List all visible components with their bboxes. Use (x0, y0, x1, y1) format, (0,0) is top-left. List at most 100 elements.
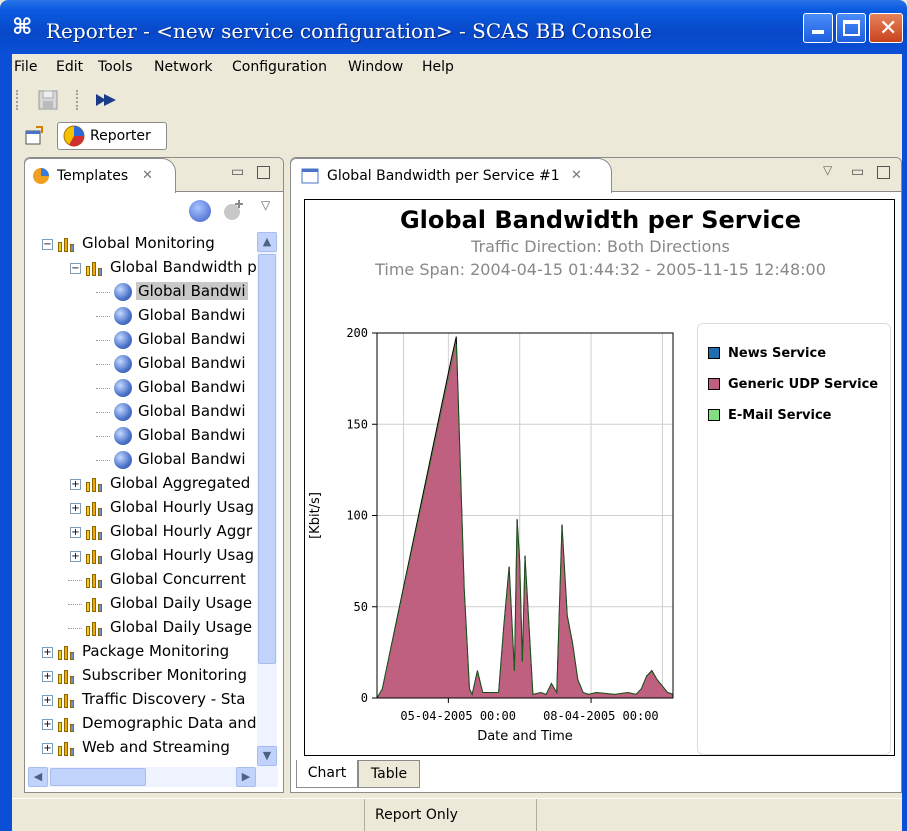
close-icon: ✕ (879, 16, 898, 41)
scroll-left-button[interactable]: ◀ (28, 767, 48, 787)
tree-node[interactable]: Global Bandwi (28, 376, 260, 400)
tree-node[interactable]: − Global Bandwidth p (28, 256, 260, 280)
maximize-view-icon[interactable] (257, 166, 270, 179)
tree-horizontal-scrollbar[interactable]: ◀ ▶ (28, 767, 278, 787)
tree-connector (96, 412, 110, 413)
menu-tools[interactable]: Tools (98, 59, 133, 75)
tree-node-label: Global Hourly Aggr (110, 522, 253, 540)
open-perspective-button[interactable] (24, 126, 44, 146)
report-maximize-icon[interactable] (877, 166, 890, 179)
tree-node-label: Package Monitoring (82, 642, 230, 660)
tree-node[interactable]: Global Daily Usage (28, 592, 260, 616)
folder-icon (86, 548, 104, 564)
report-minimize-icon[interactable]: ▭ (851, 164, 864, 180)
tree-node[interactable]: Global Bandwi (28, 352, 260, 376)
tree-connector (96, 292, 110, 293)
hscroll-thumb[interactable] (50, 768, 146, 786)
tree-node[interactable]: + Global Aggregated (28, 472, 260, 496)
menu-network[interactable]: Network (154, 59, 212, 75)
expand-icon[interactable]: + (42, 695, 53, 706)
expand-icon[interactable]: + (42, 743, 53, 754)
app-icon: ⌘ (12, 15, 33, 40)
tree-node[interactable]: + Web and Streaming (28, 736, 260, 760)
collapse-icon[interactable]: − (70, 263, 81, 274)
tree-node-label: Global Bandwi (138, 426, 246, 444)
tree-node[interactable]: + Package Monitoring (28, 640, 260, 664)
tree-node[interactable]: + Global Hourly Usag (28, 496, 260, 520)
tree-node[interactable]: + Global Hourly Aggr (28, 520, 260, 544)
tree-node-label: Global Bandwi (138, 354, 246, 372)
minimize-view-icon[interactable]: ▭ (231, 164, 244, 180)
new-template-icon[interactable] (221, 198, 247, 222)
expand-icon[interactable]: + (70, 527, 81, 538)
tree-node[interactable]: Global Bandwi (28, 400, 260, 424)
report-globe-icon (114, 283, 132, 301)
tree-node[interactable]: Global Bandwi (28, 304, 260, 328)
perspective-reporter[interactable]: Reporter (57, 122, 167, 150)
tab-table[interactable]: Table (358, 760, 420, 788)
close-report-tab-icon[interactable]: ✕ (571, 168, 582, 183)
save-button[interactable] (36, 88, 60, 112)
view-menu-icon[interactable]: ▽ (261, 198, 270, 212)
tree-node[interactable]: + Global Hourly Usag (28, 544, 260, 568)
chart-frame: Global Bandwidth per Service Traffic Dir… (304, 199, 895, 756)
double-arrow-icon (96, 94, 116, 106)
scroll-up-button[interactable]: ▲ (257, 232, 277, 252)
scroll-down-button[interactable]: ▼ (257, 746, 277, 766)
templates-tabstrip: Templates ✕ ▭ (25, 158, 283, 193)
x-axis-label: Date and Time (477, 729, 573, 744)
tree-node-label: Global Monitoring (82, 234, 215, 252)
menu-help[interactable]: Help (422, 59, 454, 75)
tree-node[interactable]: Global Daily Usage (28, 616, 260, 640)
tree-connector (96, 388, 110, 389)
forward-button[interactable] (94, 88, 120, 112)
tree-vertical-scrollbar[interactable]: ▲ ▼ (257, 232, 277, 767)
tree-node[interactable]: + Traffic Discovery - Sta (28, 688, 260, 712)
menu-bar: File Edit Tools Network Configuration Wi… (12, 54, 902, 82)
expand-icon[interactable]: + (70, 503, 81, 514)
report-view-menu-icon[interactable]: ▽ (823, 163, 832, 177)
tree-node[interactable]: + Subscriber Monitoring (28, 664, 260, 688)
expand-icon[interactable]: + (70, 479, 81, 490)
report-globe-icon (114, 379, 132, 397)
tree-connector (68, 628, 82, 629)
close-tab-icon[interactable]: ✕ (142, 168, 153, 183)
tree-node[interactable]: Global Bandwi (28, 424, 260, 448)
status-mode: Report Only (375, 807, 458, 823)
tree-node[interactable]: − Global Monitoring (28, 232, 260, 256)
tree-node[interactable]: Global Bandwi (28, 328, 260, 352)
folder-icon (86, 596, 104, 612)
window-title-bar[interactable]: ⌘ Reporter - <new service configuration>… (0, 0, 907, 54)
report-globe-icon (114, 403, 132, 421)
folder-icon (86, 572, 104, 588)
tree-node[interactable]: Global Bandwi (28, 280, 260, 304)
scroll-thumb[interactable] (258, 254, 276, 664)
close-button[interactable]: ✕ (869, 13, 903, 43)
tree-node[interactable]: + Demographic Data and (28, 712, 260, 736)
maximize-button[interactable] (836, 13, 866, 43)
minimize-button[interactable] (803, 13, 833, 43)
tree-node-label: Demographic Data and (82, 714, 257, 732)
collapse-icon[interactable]: − (42, 239, 53, 250)
menu-configuration[interactable]: Configuration (232, 59, 327, 75)
tree-node[interactable]: Global Concurrent (28, 568, 260, 592)
tab-chart[interactable]: Chart (296, 760, 358, 788)
tree-node[interactable]: Global Bandwi (28, 448, 260, 472)
legend-label-news: News Service (728, 346, 827, 361)
menu-edit[interactable]: Edit (56, 59, 83, 75)
expand-icon[interactable]: + (42, 719, 53, 730)
menu-file[interactable]: File (14, 59, 37, 75)
expand-icon[interactable]: + (42, 647, 53, 658)
expand-icon[interactable]: + (70, 551, 81, 562)
scroll-right-button[interactable]: ▶ (236, 767, 256, 787)
tab-templates[interactable]: Templates ✕ (25, 158, 176, 193)
tab-report[interactable]: Global Bandwidth per Service #1 ✕ (291, 158, 612, 193)
expand-icon[interactable]: + (42, 671, 53, 682)
folder-icon (86, 500, 104, 516)
tree-node-label: Global Hourly Usag (110, 498, 255, 516)
refresh-icon[interactable] (189, 200, 211, 222)
menu-window[interactable]: Window (348, 59, 403, 75)
reporter-icon (63, 125, 85, 147)
toolbar-separator (76, 90, 79, 110)
tree-node-label: Global Concurrent (110, 570, 246, 588)
